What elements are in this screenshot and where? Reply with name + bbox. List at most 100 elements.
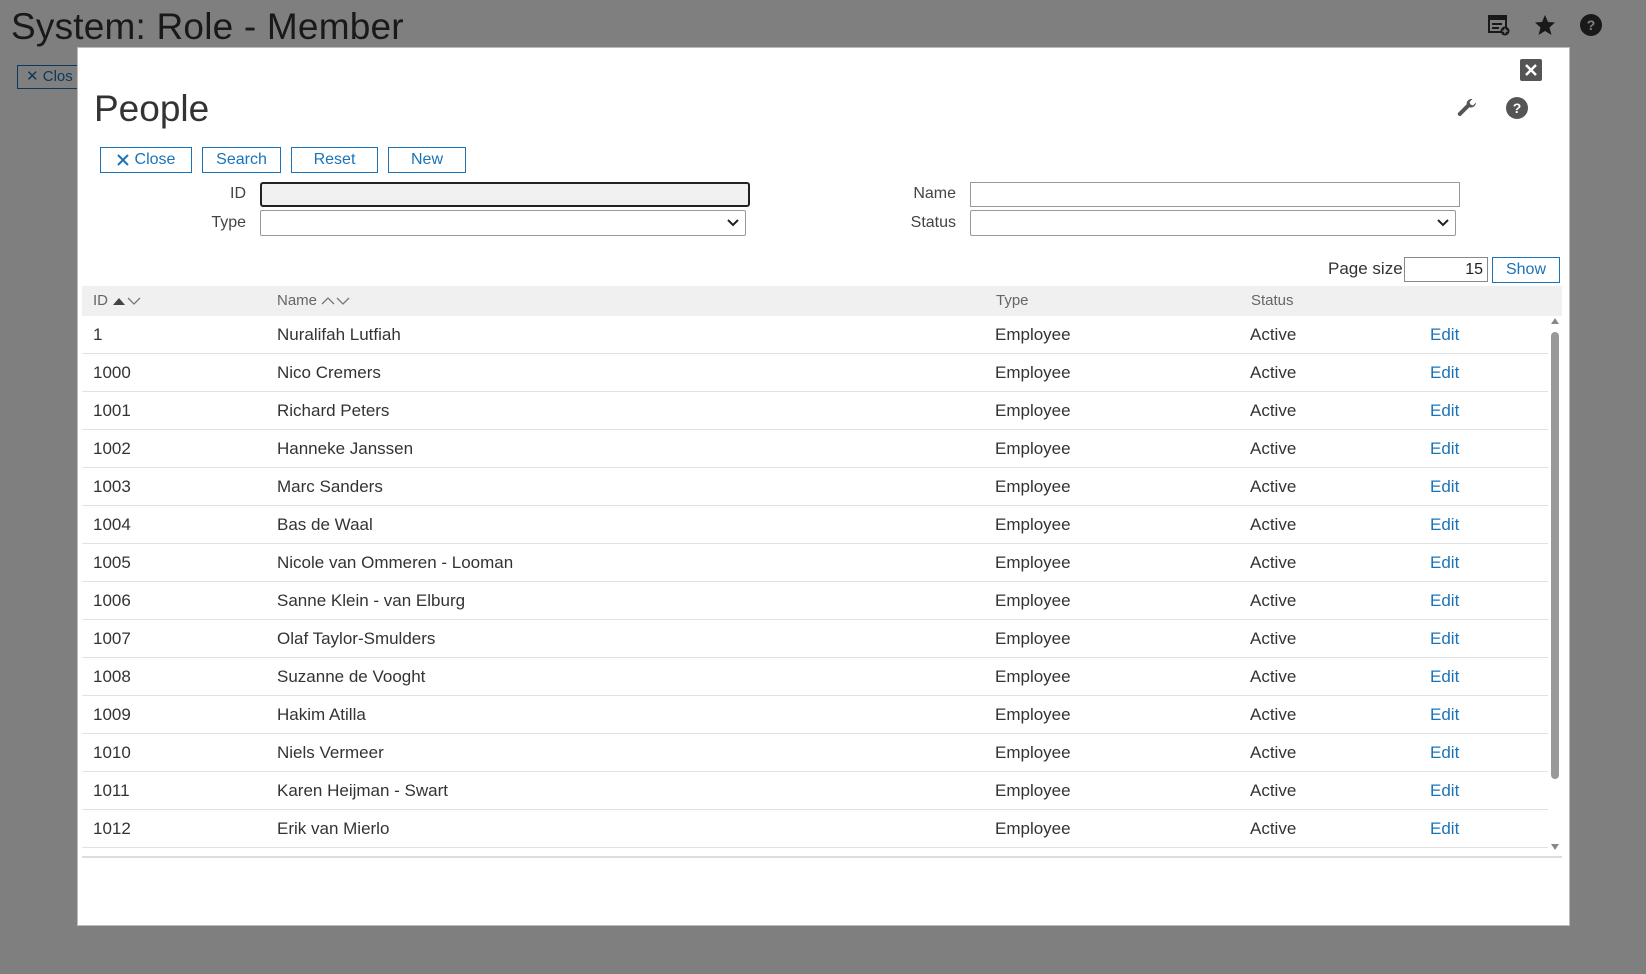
table-row: 1010 Niels Vermeer Employee Active Edit (82, 734, 1548, 772)
cell-name: Bas de Waal (277, 515, 373, 534)
scrollbar-thumb[interactable] (1551, 332, 1559, 779)
column-header-name[interactable]: Name (277, 292, 351, 309)
wrench-icon[interactable] (1455, 96, 1479, 125)
table-scrollbar[interactable] (1548, 316, 1562, 852)
edit-link[interactable]: Edit (1430, 705, 1459, 725)
page-size-label: Page size (1328, 259, 1403, 278)
column-header-id-label: ID (93, 292, 108, 309)
edit-link[interactable]: Edit (1430, 363, 1459, 383)
cell-id: 1 (93, 325, 103, 344)
edit-link[interactable]: Edit (1430, 325, 1459, 345)
cell-status: Active (1250, 743, 1297, 762)
cell-type: Employee (995, 401, 1071, 420)
id-filter-label: ID (230, 185, 246, 202)
table-row: 1001 Richard Peters Employee Active Edit (82, 392, 1548, 430)
chevron-down-icon (1437, 219, 1449, 227)
table-body: 1 Nuralifah Lutfiah Employee Active Edit 1000… (82, 316, 1548, 848)
cell-type: Employee (995, 667, 1071, 686)
search-button[interactable]: Search (202, 147, 281, 173)
close-button-label: Close (134, 151, 176, 168)
cell-id: 1011 (93, 781, 130, 800)
cell-id: 1008 (93, 667, 131, 686)
edit-link[interactable]: Edit (1430, 401, 1459, 421)
table-row: 1006 Sanne Klein - van Elburg Employee Acti… (82, 582, 1548, 620)
cell-type: Employee (995, 743, 1071, 762)
help-icon[interactable]: ? (1505, 96, 1529, 125)
cell-type: Employee (995, 553, 1071, 572)
cell-name: Hakim Atilla (277, 705, 366, 724)
edit-link[interactable]: Edit (1430, 629, 1459, 649)
edit-link[interactable]: Edit (1430, 439, 1459, 459)
cell-type: Employee (995, 629, 1071, 648)
edit-link[interactable]: Edit (1430, 743, 1459, 763)
cell-name: Nuralifah Lutfiah (277, 325, 401, 344)
edit-link[interactable]: Edit (1430, 781, 1459, 801)
cell-name: Nico Cremers (277, 363, 381, 382)
cell-status: Active (1250, 629, 1297, 648)
scroll-up-arrow-icon[interactable] (1551, 318, 1559, 324)
cell-status: Active (1250, 325, 1297, 344)
edit-link[interactable]: Edit (1430, 515, 1459, 535)
people-dialog: People ? Close Search Reset New ID Type … (77, 47, 1570, 926)
cell-type: Employee (995, 705, 1071, 724)
cell-status: Active (1250, 363, 1297, 382)
table-row: 1 Nuralifah Lutfiah Employee Active Edit (82, 316, 1548, 354)
edit-link[interactable]: Edit (1430, 819, 1459, 839)
cell-status: Active (1250, 819, 1297, 838)
cell-name: Suzanne de Vooght (277, 667, 426, 686)
page-size-input[interactable]: 15 (1404, 257, 1488, 282)
cell-id: 1012 (93, 819, 131, 838)
dialog-tool-icons: ? (1455, 96, 1529, 125)
status-filter-select[interactable] (970, 210, 1456, 236)
cell-name: Hanneke Janssen (277, 439, 414, 458)
column-header-status: Status (1251, 292, 1294, 309)
close-icon[interactable] (1520, 59, 1542, 81)
status-filter-label: Status (910, 214, 956, 231)
name-filter-label: Name (913, 185, 956, 202)
edit-link[interactable]: Edit (1430, 553, 1459, 573)
cell-id: 1003 (93, 477, 131, 496)
new-button[interactable]: New (388, 147, 466, 173)
cell-id: 1010 (93, 743, 131, 762)
id-filter-input[interactable] (260, 182, 750, 207)
table-row: 1009 Hakim Atilla Employee Active Edit (82, 696, 1548, 734)
name-filter-input[interactable] (970, 182, 1460, 207)
cell-status: Active (1250, 667, 1297, 686)
cell-id: 1000 (93, 363, 131, 382)
cell-status: Active (1250, 591, 1297, 610)
reset-button[interactable]: Reset (291, 147, 378, 173)
scroll-down-arrow-icon[interactable] (1551, 844, 1559, 850)
table-row: 1012 Erik van Mierlo Employee Active Edit (82, 810, 1548, 848)
cell-type: Employee (995, 363, 1071, 382)
cell-id: 1002 (93, 439, 131, 458)
cell-type: Employee (995, 515, 1071, 534)
edit-link[interactable]: Edit (1430, 667, 1459, 687)
cell-status: Active (1250, 553, 1297, 572)
cell-name: Marc Sanders (277, 477, 383, 496)
cell-type: Employee (995, 591, 1071, 610)
cell-status: Active (1250, 515, 1297, 534)
close-button[interactable]: Close (100, 147, 192, 173)
cell-type: Employee (995, 439, 1071, 458)
cell-status: Active (1250, 401, 1297, 420)
edit-link[interactable]: Edit (1430, 591, 1459, 611)
cell-status: Active (1250, 705, 1297, 724)
dialog-title: People (94, 88, 210, 129)
column-header-name-label: Name (277, 292, 318, 309)
svg-text:?: ? (1513, 100, 1522, 116)
edit-link[interactable]: Edit (1430, 477, 1459, 497)
column-header-id[interactable]: ID (93, 292, 142, 309)
cell-type: Employee (995, 477, 1071, 496)
cell-id: 1009 (93, 705, 131, 724)
table-row: 1007 Olaf Taylor-Smulders Employee Active Ed… (82, 620, 1548, 658)
table-row: 1000 Nico Cremers Employee Active Edit (82, 354, 1548, 392)
cell-type: Employee (995, 781, 1071, 800)
show-button[interactable]: Show (1492, 257, 1560, 283)
table-row: 1005 Nicole van Ommeren - Looman Employee A… (82, 544, 1548, 582)
chevron-down-icon (727, 219, 739, 227)
cell-name: Erik van Mierlo (277, 819, 390, 838)
type-filter-select[interactable] (260, 210, 746, 236)
type-filter-label: Type (211, 214, 246, 231)
cell-name: Karen Heijman - Swart (277, 781, 449, 800)
sort-ascending-icon (113, 297, 141, 305)
